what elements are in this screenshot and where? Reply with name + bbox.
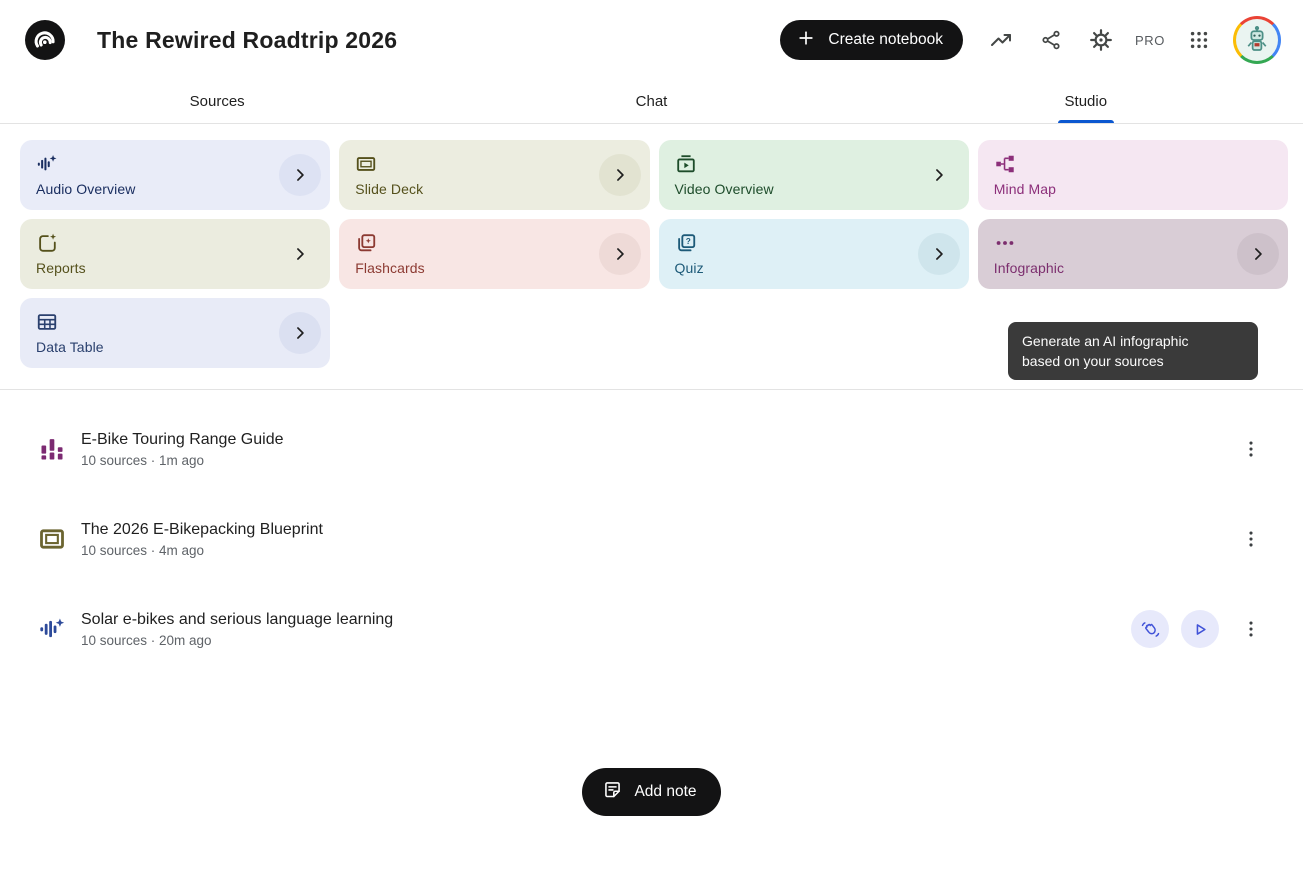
artifact-meta: 10 sources · 20m ago <box>81 633 393 648</box>
tab-chat[interactable]: Chat <box>434 80 868 123</box>
card-label: Reports <box>36 260 86 276</box>
video-overview-icon <box>675 153 697 175</box>
active-tab-underline <box>1058 120 1114 123</box>
share-icon[interactable] <box>1031 20 1071 60</box>
open-infographic-chevron[interactable] <box>1237 233 1279 275</box>
notebook-page: The Rewired Roadtrip 2026 Create noteboo… <box>0 0 1303 887</box>
card-label: Data Table <box>36 339 104 355</box>
more-options-icon[interactable] <box>1239 429 1263 469</box>
tab-sources-label: Sources <box>190 93 245 110</box>
reports-icon <box>36 232 58 254</box>
data-table-icon <box>36 311 58 333</box>
audio-waveform-sparkle-icon <box>36 153 58 175</box>
studio-card-infographic[interactable]: Infographic <box>978 219 1288 289</box>
slide-frame-icon <box>38 525 66 553</box>
artifact-text: The 2026 E-Bikepacking Blueprint 10 sour… <box>81 521 323 558</box>
card-label: Flashcards <box>355 260 424 276</box>
pro-badge: PRO <box>1131 33 1169 48</box>
add-note-label: Add note <box>634 783 696 801</box>
audio-waveform-sparkle-icon <box>38 615 66 643</box>
loading-dots-icon <box>994 232 1016 254</box>
tab-sources[interactable]: Sources <box>0 80 434 123</box>
open-video-overview-chevron[interactable] <box>927 163 951 187</box>
play-audio-icon[interactable] <box>1181 610 1219 648</box>
artifact-actions <box>1231 429 1263 469</box>
open-flashcards-chevron[interactable] <box>599 233 641 275</box>
artifact-title[interactable]: Solar e-bikes and serious language learn… <box>81 611 393 629</box>
artifact-meta: 10 sources · 1m ago <box>81 453 284 468</box>
open-slide-deck-chevron[interactable] <box>599 154 641 196</box>
artifact-list: E-Bike Touring Range Guide 10 sources · … <box>0 390 1303 674</box>
artifact-text: Solar e-bikes and serious language learn… <box>81 611 393 648</box>
avatar-robot-image <box>1236 19 1278 61</box>
notebook-title[interactable]: The Rewired Roadtrip 2026 <box>97 27 397 54</box>
artifact-row-slide-deck[interactable]: The 2026 E-Bikepacking Blueprint 10 sour… <box>0 494 1303 584</box>
artifact-text: E-Bike Touring Range Guide 10 sources · … <box>81 431 284 468</box>
settings-gear-icon[interactable] <box>1081 20 1121 60</box>
note-icon <box>602 779 623 805</box>
infographic-bars-icon <box>38 435 66 463</box>
flashcards-icon <box>355 232 377 254</box>
artifact-actions <box>1131 609 1263 649</box>
add-note-button[interactable]: Add note <box>582 768 720 816</box>
tab-chat-label: Chat <box>636 93 668 110</box>
mind-map-icon <box>994 153 1016 175</box>
artifact-meta: 10 sources · 4m ago <box>81 543 323 558</box>
user-avatar[interactable] <box>1233 16 1281 64</box>
artifact-row-infographic[interactable]: E-Bike Touring Range Guide 10 sources · … <box>0 404 1303 494</box>
card-label: Audio Overview <box>36 181 135 197</box>
create-notebook-button[interactable]: Create notebook <box>780 20 963 60</box>
quiz-icon: ? <box>675 232 697 254</box>
artifact-title[interactable]: The 2026 E-Bikepacking Blueprint <box>81 521 323 539</box>
open-reports-chevron[interactable] <box>288 242 312 266</box>
footer: Add note <box>0 768 1303 816</box>
artifact-row-audio-overview[interactable]: Solar e-bikes and serious language learn… <box>0 584 1303 674</box>
svg-text:?: ? <box>685 237 690 246</box>
studio-card-quiz[interactable]: ? Quiz <box>659 219 969 289</box>
tab-bar: Sources Chat Studio <box>0 80 1303 124</box>
studio-card-data-table[interactable]: Data Table <box>20 298 330 368</box>
studio-card-slide-deck[interactable]: Slide Deck <box>339 140 649 210</box>
tooltip-line-2: based on your sources <box>1022 351 1244 371</box>
tooltip-line-1: Generate an AI infographic <box>1022 331 1244 351</box>
card-label: Video Overview <box>675 181 774 197</box>
tab-studio[interactable]: Studio <box>869 80 1303 123</box>
header-actions: Create notebook <box>780 16 1281 64</box>
artifact-title[interactable]: E-Bike Touring Range Guide <box>81 431 284 449</box>
interactive-mode-hand-icon[interactable] <box>1131 610 1169 648</box>
plus-icon <box>796 28 816 53</box>
artifact-actions <box>1231 519 1263 559</box>
google-apps-grid-icon[interactable] <box>1179 20 1219 60</box>
studio-card-reports[interactable]: Reports <box>20 219 330 289</box>
studio-card-mind-map[interactable]: Mind Map <box>978 140 1288 210</box>
card-label: Slide Deck <box>355 181 423 197</box>
open-quiz-chevron[interactable] <box>918 233 960 275</box>
open-data-table-chevron[interactable] <box>279 312 321 354</box>
card-label: Infographic <box>994 260 1064 276</box>
studio-card-video-overview[interactable]: Video Overview <box>659 140 969 210</box>
create-notebook-label: Create notebook <box>828 31 943 49</box>
infographic-tooltip: Generate an AI infographic based on your… <box>1008 322 1258 380</box>
tab-studio-label: Studio <box>1065 93 1108 110</box>
card-label: Mind Map <box>994 181 1056 197</box>
notebooklm-logo-icon[interactable] <box>25 20 65 60</box>
studio-card-flashcards[interactable]: Flashcards <box>339 219 649 289</box>
open-audio-overview-chevron[interactable] <box>279 154 321 196</box>
slide-deck-icon <box>355 153 377 175</box>
card-label: Quiz <box>675 260 704 276</box>
more-options-icon[interactable] <box>1239 519 1263 559</box>
studio-card-audio-overview[interactable]: Audio Overview <box>20 140 330 210</box>
analytics-trending-icon[interactable] <box>981 20 1021 60</box>
header: The Rewired Roadtrip 2026 Create noteboo… <box>0 0 1303 80</box>
more-options-icon[interactable] <box>1239 609 1263 649</box>
